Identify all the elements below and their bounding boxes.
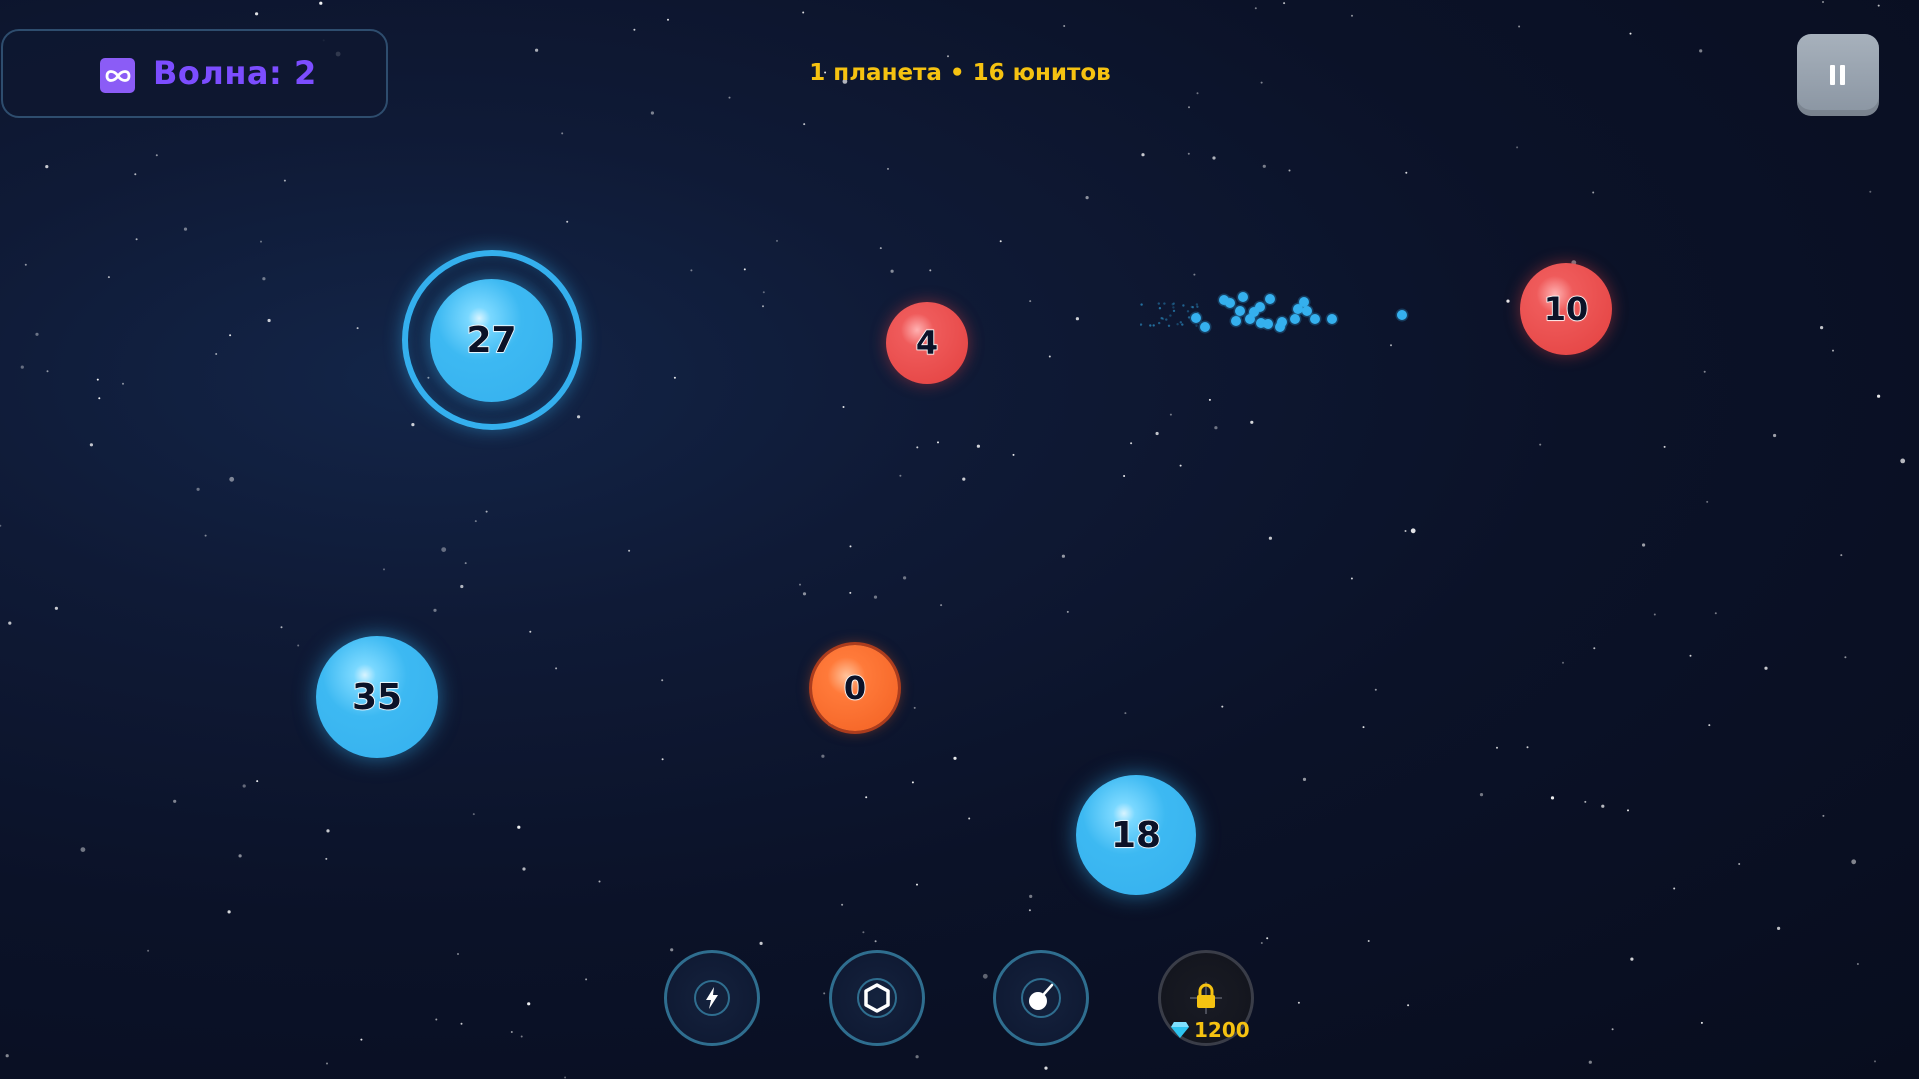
shield-ability-button[interactable] (829, 950, 925, 1046)
lock-icon (1190, 982, 1222, 1014)
lightning-ability-button[interactable] (664, 950, 760, 1046)
planet-enemy-4[interactable]: 4 (886, 302, 968, 384)
planet-neutral-0[interactable]: 0 (812, 645, 898, 731)
wave-label: Волна: 2 (153, 54, 317, 92)
planet-unit-count: 27 (466, 319, 518, 362)
infinity-mode-icon (100, 58, 135, 93)
planet-player-27[interactable]: 27 (430, 279, 553, 402)
planets-units-status: 1 планета • 16 юнитов (809, 60, 1111, 86)
bomb-ability-button[interactable] (993, 950, 1089, 1046)
planet-unit-count: 18 (1110, 814, 1162, 857)
planet-player-18[interactable]: 18 (1076, 775, 1196, 895)
lightning-icon (694, 980, 730, 1016)
planet-unit-count: 4 (915, 323, 939, 363)
unit-fleet (1140, 290, 1409, 334)
planet-player-35[interactable]: 35 (316, 636, 438, 758)
planet-unit-count: 0 (843, 668, 867, 708)
locked-ability-price: 1200 (1170, 1018, 1250, 1042)
pause-icon (1830, 65, 1845, 85)
pause-button[interactable] (1797, 34, 1879, 116)
planet-unit-count: 35 (351, 676, 403, 719)
planet-unit-count: 10 (1543, 289, 1589, 329)
price-value: 1200 (1194, 1018, 1250, 1042)
wave-panel: Волна: 2 (1, 29, 388, 118)
planet-enemy-10[interactable]: 10 (1520, 263, 1612, 355)
bomb-icon (1021, 978, 1061, 1018)
starfield-background (0, 1, 1906, 1079)
shield-hexagon-icon (857, 978, 897, 1018)
gem-icon (1171, 1022, 1189, 1038)
